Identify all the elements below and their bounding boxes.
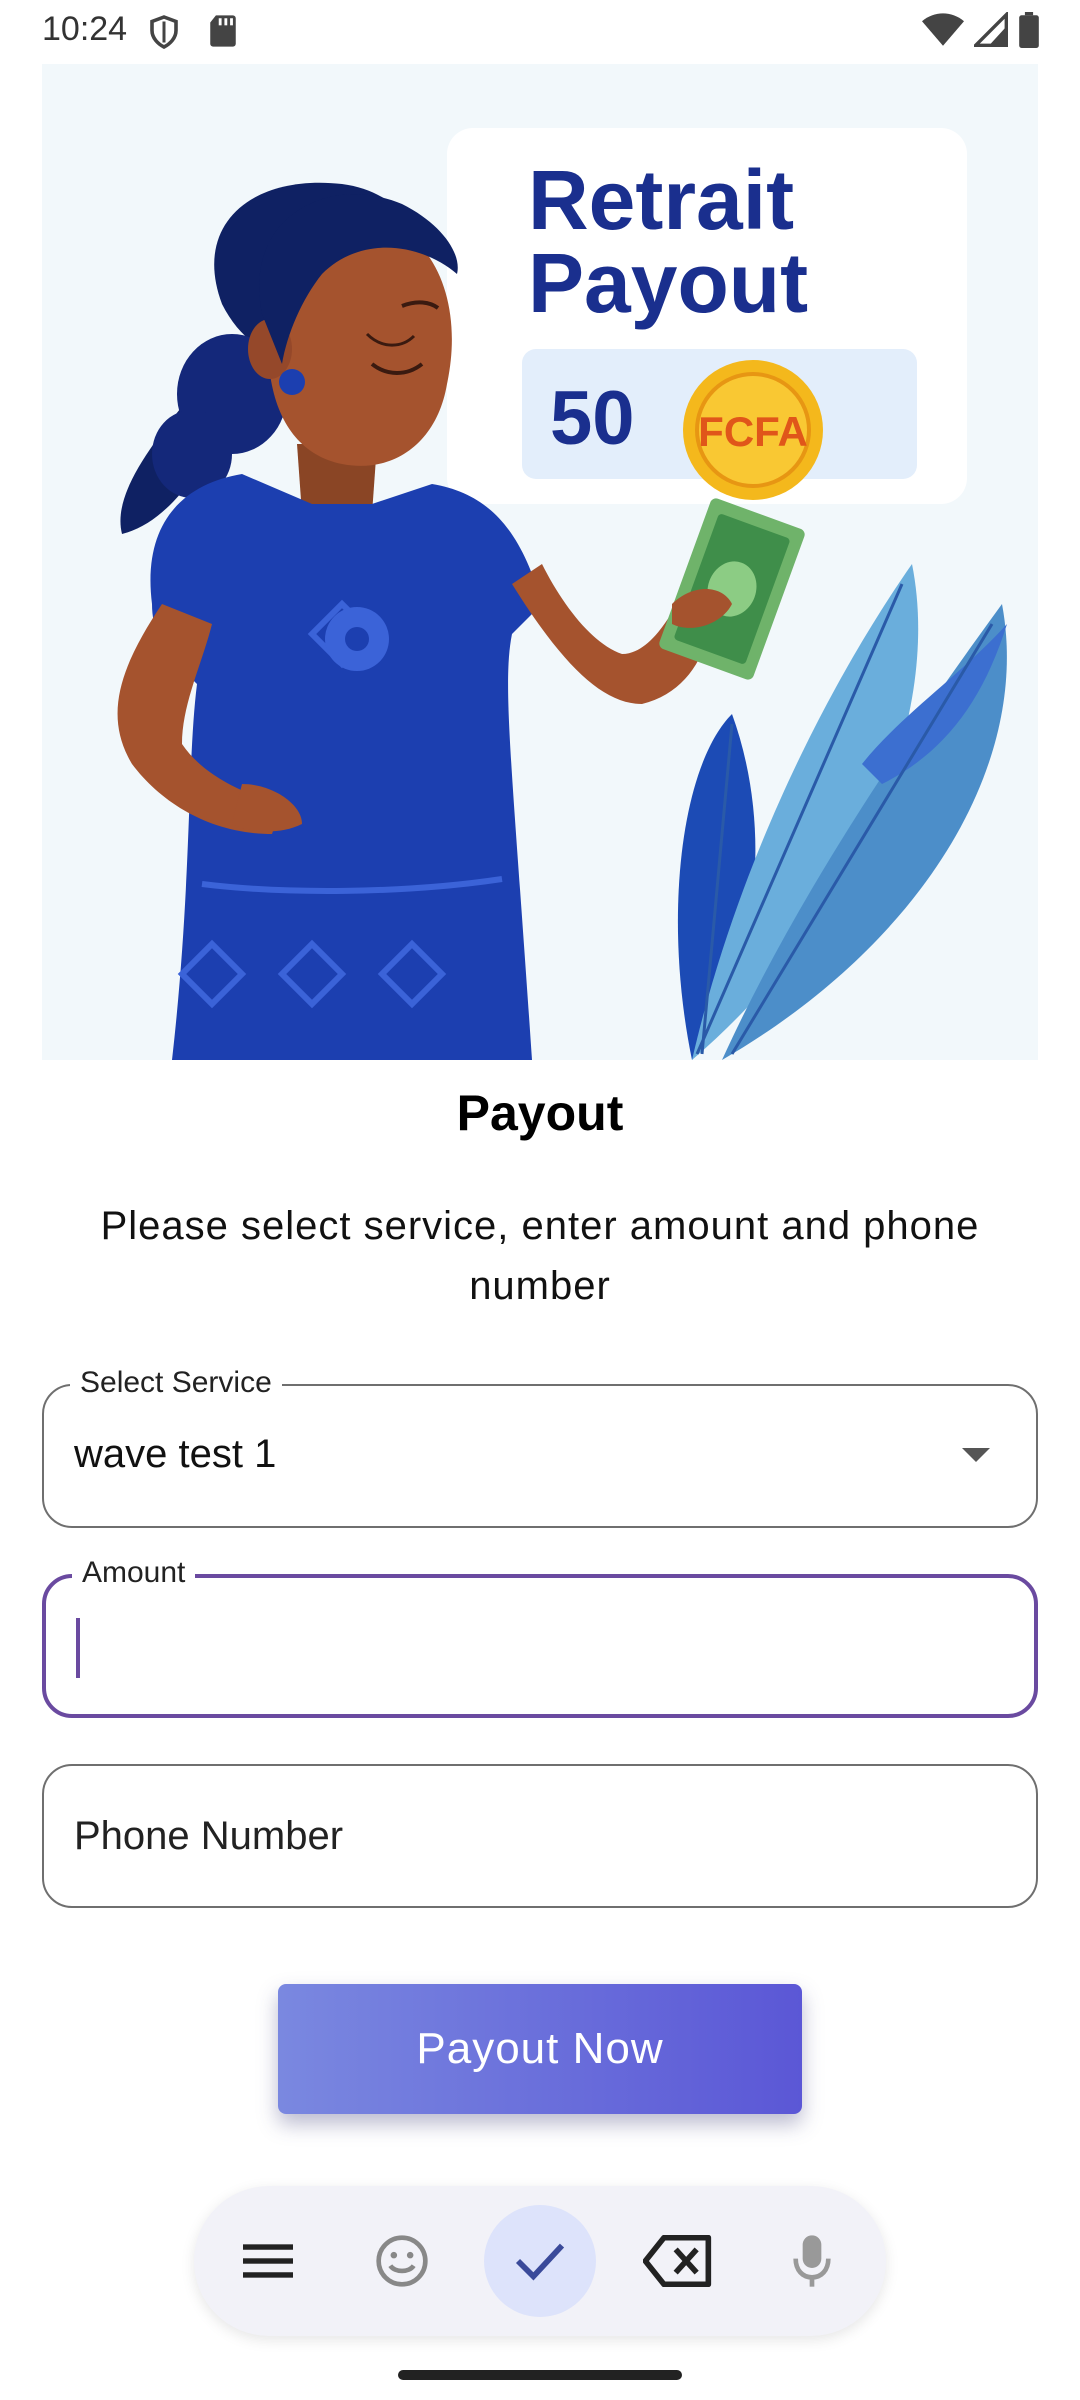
keyboard-emoji-button[interactable] (346, 2205, 458, 2317)
service-dropdown[interactable]: Select Service wave test 1 (42, 1366, 1038, 1528)
hero-illustration: Retrait Payout 50 FCFA (42, 64, 1038, 1060)
dropdown-arrow-icon (962, 1448, 990, 1462)
mic-icon (793, 2235, 831, 2287)
keyboard-done-button[interactable] (484, 2205, 596, 2317)
menu-icon (243, 2244, 293, 2278)
keyboard-mic-button[interactable] (756, 2205, 868, 2317)
sd-card-icon (210, 15, 236, 47)
keyboard-toolbar (194, 2186, 886, 2336)
amount-field[interactable]: Amount (42, 1556, 1038, 1718)
page-title: Payout (456, 1085, 624, 1141)
coin-text: FCFA (698, 408, 808, 455)
card-amount: 50 (550, 376, 635, 461)
service-label: Select Service (70, 1366, 282, 1400)
wifi-icon (922, 13, 964, 46)
signal-icon (974, 12, 1008, 47)
emoji-icon (376, 2235, 428, 2287)
card-title-line1: Retrait (528, 153, 794, 247)
card-title-line2: Payout (528, 236, 808, 330)
shield-icon (150, 15, 178, 50)
amount-label: Amount (72, 1556, 196, 1590)
text-cursor (76, 1618, 80, 1678)
gesture-nav-handle[interactable] (398, 2370, 682, 2380)
phone-number-placeholder: Phone Number (74, 1814, 344, 1858)
status-time: 10:24 (42, 10, 128, 48)
phone-number-field[interactable]: Phone Number (42, 1764, 1038, 1908)
payout-now-button[interactable]: Payout Now (278, 1984, 802, 2114)
status-icons (922, 12, 1040, 48)
payout-illustration: Retrait Payout 50 FCFA (117, 128, 1007, 1060)
keyboard-menu-button[interactable] (212, 2205, 324, 2317)
check-icon (515, 2243, 565, 2281)
status-bar: 10:24 (0, 0, 1080, 64)
banknote-icon (659, 498, 805, 680)
battery-icon (1019, 12, 1039, 48)
service-value: wave test 1 (74, 1432, 277, 1476)
keyboard-backspace-button[interactable] (622, 2205, 734, 2317)
page-subtitle: Please select service, enter amount and … (100, 1204, 980, 1308)
backspace-icon (643, 2235, 712, 2287)
